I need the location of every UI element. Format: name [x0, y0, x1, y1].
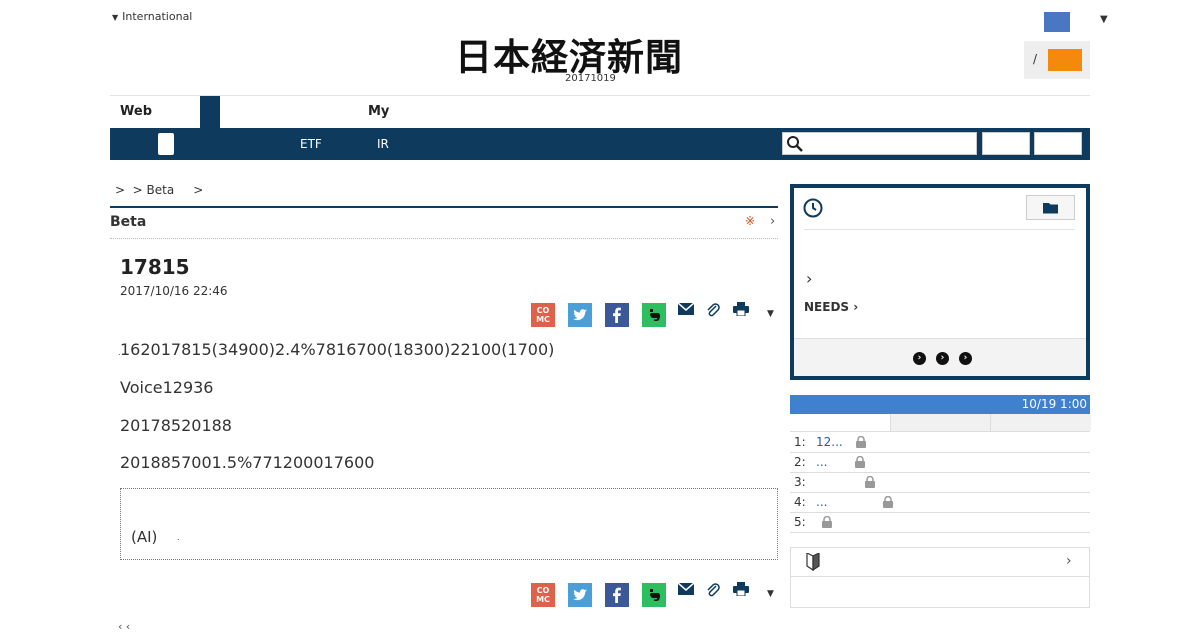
ranking-tabs	[790, 414, 1091, 432]
twitter-icon[interactable]	[568, 303, 592, 327]
chevron-right-icon[interactable]: ›	[806, 269, 812, 288]
comment-icon[interactable]: CO MC	[531, 303, 555, 327]
folder-icon	[1043, 203, 1058, 214]
clip-icon[interactable]	[706, 582, 720, 598]
search-option-button[interactable]	[1034, 132, 1082, 155]
lock-icon	[883, 496, 893, 508]
ai-note-box	[120, 488, 778, 560]
clock-icon	[803, 198, 823, 218]
article-title: 17815	[120, 255, 190, 279]
section-note-mark: ※	[745, 214, 756, 228]
folder-button[interactable]	[1026, 195, 1075, 220]
section-divider	[110, 206, 778, 208]
print-icon[interactable]	[733, 582, 749, 596]
nav-item-ir[interactable]: IR	[377, 137, 389, 151]
chevron-right-icon[interactable]: ›	[1066, 553, 1072, 569]
ranking-row[interactable]: 4: ...	[790, 492, 1090, 513]
ranking-row[interactable]: 3:	[790, 472, 1090, 493]
nav-item-etf[interactable]: ETF	[300, 137, 322, 151]
print-icon[interactable]	[733, 302, 749, 316]
ranking-time: 10/19 1:00	[1021, 397, 1087, 411]
caret-down-icon: ▼	[112, 13, 119, 22]
evernote-icon[interactable]	[642, 303, 666, 327]
tab-my[interactable]: My	[368, 104, 389, 119]
lock-icon	[855, 456, 865, 468]
ai-note-text: (AI)	[131, 528, 158, 546]
article-paragraph: 20178520188	[120, 416, 232, 435]
facebook-icon[interactable]	[605, 303, 629, 327]
comment-icon[interactable]: CO MC	[531, 583, 555, 607]
sidebar-empty-box	[790, 577, 1090, 608]
lock-icon	[856, 436, 866, 448]
ranking-row[interactable]: 5:	[790, 512, 1090, 533]
page-bottom-marks: ‹ ‹	[118, 620, 131, 633]
international-link[interactable]: ▼ International	[112, 10, 192, 23]
search-button[interactable]	[982, 132, 1030, 155]
beginner-mark-icon	[806, 553, 820, 571]
ranking-row[interactable]: 1: 12...	[790, 432, 1090, 453]
section-title: Beta	[110, 214, 147, 230]
header-divider	[110, 95, 1090, 96]
twitter-icon[interactable]	[568, 583, 592, 607]
history-divider	[804, 229, 1075, 230]
region-flag-icon[interactable]	[1044, 12, 1070, 32]
history-footer: › › ›	[794, 338, 1086, 376]
lock-icon	[865, 476, 875, 488]
ai-note-mark: .	[177, 533, 180, 542]
header-date: 20171019	[565, 73, 616, 84]
tab-active[interactable]	[200, 96, 220, 128]
needs-link[interactable]: NEEDS ›	[804, 300, 858, 314]
breadcrumb[interactable]: > > Beta >	[115, 183, 203, 197]
mail-icon[interactable]	[678, 583, 694, 595]
arrow-circle-icon[interactable]: ›	[913, 352, 926, 365]
ranking-tab[interactable]	[890, 414, 990, 431]
chevron-right-icon: ›	[853, 300, 859, 314]
login-button[interactable]	[1048, 49, 1082, 71]
clip-icon[interactable]	[706, 302, 720, 318]
article-paragraph: 162017815(34900)2.4%7816700(18300)22100(…	[120, 340, 555, 359]
search-input[interactable]	[782, 132, 977, 155]
lock-icon	[822, 516, 832, 528]
mail-icon[interactable]	[678, 303, 694, 315]
evernote-icon[interactable]	[642, 583, 666, 607]
login-separator: /	[1033, 52, 1038, 66]
search-icon[interactable]	[786, 135, 804, 153]
article-paragraph: 2018857001.5%771200017600	[120, 453, 375, 472]
article-paragraph: Voice12936	[120, 378, 214, 397]
share-more-icon[interactable]: ▼	[767, 589, 774, 599]
nav-item-selected[interactable]	[158, 133, 174, 155]
arrow-circle-icon[interactable]: ›	[936, 352, 949, 365]
ranking-tab[interactable]	[990, 414, 1091, 431]
section-dotted-divider	[110, 238, 778, 239]
chevron-down-icon[interactable]: ▼	[1100, 14, 1108, 25]
facebook-icon[interactable]	[605, 583, 629, 607]
share-more-icon[interactable]: ▼	[767, 309, 774, 319]
ranking-row[interactable]: 2: ...	[790, 452, 1090, 473]
tab-web[interactable]: Web	[120, 104, 152, 119]
arrow-circle-icon[interactable]: ›	[959, 352, 972, 365]
article-datetime: 2017/10/16 22:46	[120, 284, 228, 298]
chevron-right-icon[interactable]: ›	[770, 214, 775, 229]
beginner-guide-link[interactable]	[790, 547, 1090, 577]
